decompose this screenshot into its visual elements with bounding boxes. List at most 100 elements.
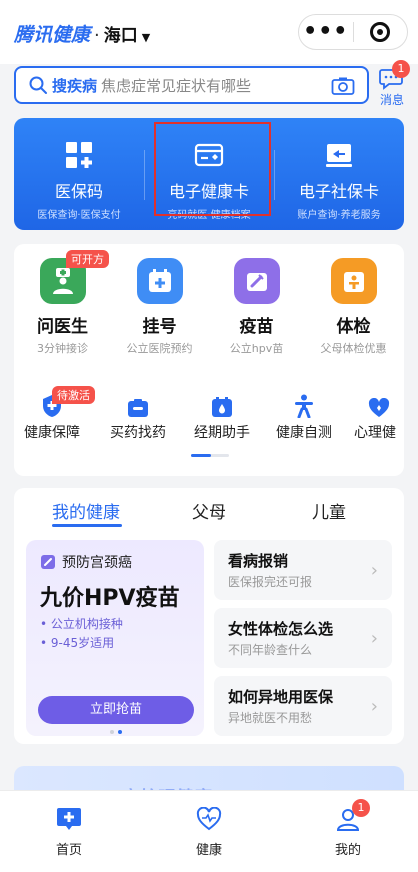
top-bar: 腾讯健康 · 海口 ▼ ••• — [0, 0, 418, 64]
hpv-promo-card[interactable]: 预防宫颈癌 九价HPV疫苗 • 公立机构接种 • 9-45岁适用 立即抢苗 — [26, 540, 204, 736]
notification-badge: 1 — [352, 799, 370, 817]
tab-parents[interactable]: 父母 — [192, 498, 226, 523]
tab-mine[interactable]: 1 我的 — [318, 799, 378, 858]
tab-label: 我的 — [334, 843, 361, 858]
chevron-down-icon[interactable]: ▼ — [142, 31, 150, 44]
service-title: 问医生 — [37, 317, 88, 337]
brand-separator: · — [94, 25, 100, 46]
activate-tag: 待激活 — [52, 386, 95, 404]
article-subtitle: 不同年龄查什么 — [228, 643, 313, 657]
card-subtitle: 账户查询·养老服务 — [297, 210, 381, 221]
search-input[interactable]: 搜疾病 焦虑症常见症状有哪些 — [14, 66, 369, 104]
message-badge: 1 — [392, 60, 410, 78]
hpv-bullet: • 9-45岁适用 — [40, 636, 115, 650]
heart-icon — [354, 392, 404, 418]
page-indicator-active — [191, 454, 211, 457]
card-title: 医保码 — [54, 182, 103, 201]
mini-label: 健康自测 — [276, 425, 332, 441]
vaccine-badge-icon — [41, 555, 55, 569]
period-calendar-icon — [190, 392, 254, 418]
syringe-icon — [233, 258, 280, 304]
service-checkup[interactable]: 体检 父母体检优惠 — [305, 258, 402, 356]
mini-program-capsule: ••• — [298, 14, 408, 50]
tab-health[interactable]: 健康 — [179, 805, 239, 858]
camera-icon[interactable] — [331, 76, 355, 96]
checkup-icon — [330, 258, 377, 304]
mini-label: 经期助手 — [194, 425, 250, 441]
service-subtitle: 公立医院预约 — [126, 342, 193, 355]
tab-label: 首页 — [55, 843, 82, 858]
city-selector[interactable]: 海口 — [104, 21, 138, 46]
highlight-box — [154, 122, 271, 216]
brand: 腾讯健康 · 海口 ▼ — [14, 20, 150, 47]
search-keyword: 搜疾病 — [52, 76, 98, 95]
mini-label: 健康保障 — [24, 425, 80, 441]
health-section: 我的健康 父母 儿童 预防宫颈癌 九价HPV疫苗 • 公立机构接种 • 9-45… — [14, 488, 404, 744]
tab-children[interactable]: 儿童 — [312, 498, 346, 523]
hpv-title: 九价HPV疫苗 — [40, 586, 180, 611]
service-title: 体检 — [336, 317, 371, 337]
article-card[interactable]: 看病报销 医保报完还可报 › — [214, 540, 392, 600]
page-indicator — [191, 454, 229, 457]
person-icon — [272, 392, 336, 418]
home-icon — [39, 805, 99, 833]
grab-vaccine-button[interactable]: 立即抢苗 — [38, 696, 194, 724]
article-card[interactable]: 如何异地用医保 异地就医不用愁 › — [214, 676, 392, 736]
article-title: 看病报销 — [228, 552, 289, 570]
card-title: 电子社保卡 — [298, 182, 379, 201]
heart-icon — [179, 805, 239, 833]
brand-name: 腾讯健康 — [14, 24, 91, 46]
bottom-tab-bar: 首页 健康 1 我的 — [0, 790, 418, 872]
messages-label: 消息 — [379, 93, 404, 107]
qr-grid-icon — [66, 142, 92, 168]
tab-label: 健康 — [195, 843, 222, 858]
service-subtitle: 公立hpv苗 — [229, 342, 284, 355]
chevron-right-icon: › — [370, 628, 378, 649]
service-ask-doctor[interactable]: 可开方 问医生 3分钟接诊 — [14, 250, 111, 356]
card-subtitle: 医保查询·医保支付 — [37, 210, 121, 221]
tab-my-health[interactable]: 我的健康 — [52, 498, 120, 523]
hpv-header-text: 预防宫颈癌 — [62, 555, 132, 571]
service-subtitle: 3分钟接诊 — [37, 342, 88, 355]
services-panel: 可开方 问医生 3分钟接诊 挂号 公立医院预约 疫苗 公立hpv苗 体检 父母体… — [14, 244, 404, 476]
service-registration[interactable]: 挂号 公立医院预约 — [111, 258, 208, 356]
service-vaccine[interactable]: 疫苗 公立hpv苗 — [208, 258, 305, 356]
service-title: 疫苗 — [239, 317, 274, 337]
messages-button[interactable]: 1 消息 — [374, 60, 410, 110]
hpv-header: 预防宫颈癌 — [40, 552, 132, 572]
mini-label: 心理健 — [354, 425, 396, 441]
article-title: 女性体检怎么选 — [228, 620, 334, 638]
carousel-dot-active — [118, 730, 122, 734]
chevron-right-icon: › — [370, 696, 378, 717]
target-icon — [370, 22, 391, 42]
tab-home[interactable]: 首页 — [39, 805, 99, 858]
mini-buy-medicine[interactable]: 买药找药 — [106, 392, 170, 442]
article-title: 如何异地用医保 — [228, 688, 334, 706]
active-tab-underline — [52, 524, 122, 527]
article-subtitle: 医保报完还可报 — [228, 575, 313, 589]
search-icon — [29, 76, 47, 94]
mini-health-protection[interactable]: 待激活 健康保障 — [20, 386, 95, 442]
chevron-right-icon: › — [370, 560, 378, 581]
more-options-icon[interactable]: ••• — [299, 21, 353, 43]
user-icon: 1 — [318, 799, 378, 833]
social-card-icon — [326, 144, 352, 167]
hpv-bullet: • 公立机构接种 — [40, 617, 123, 631]
mini-period-assistant[interactable]: 经期助手 — [190, 392, 254, 442]
prescribe-tag: 可开方 — [66, 250, 109, 268]
medicine-box-icon — [106, 392, 170, 418]
mini-health-self-test[interactable]: 健康自测 — [272, 392, 336, 442]
medical-insurance-code-card[interactable]: 医保码 医保查询·医保支付 — [14, 118, 144, 230]
social-security-card[interactable]: 电子社保卡 账户查询·养老服务 — [274, 118, 404, 230]
article-card[interactable]: 女性体检怎么选 不同年龄查什么 › — [214, 608, 392, 668]
mini-mental-health[interactable]: 心理健 — [354, 392, 404, 442]
carousel-dots — [110, 730, 122, 734]
service-subtitle: 父母体检优惠 — [320, 342, 387, 355]
search-placeholder: 焦虑症常见症状有哪些 — [101, 76, 252, 95]
service-title: 挂号 — [142, 317, 177, 337]
mini-label: 买药找药 — [110, 425, 166, 441]
article-subtitle: 异地就医不用愁 — [228, 711, 313, 725]
calendar-plus-icon — [136, 258, 183, 304]
carousel-dot — [110, 730, 114, 734]
close-miniprogram-button[interactable] — [353, 22, 407, 42]
